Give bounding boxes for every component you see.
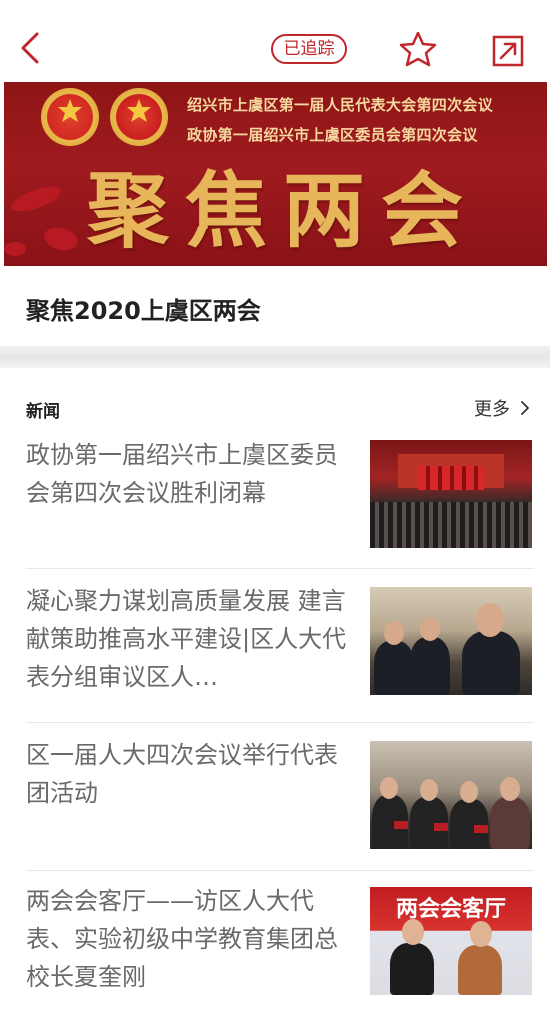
back-arrow-icon	[21, 32, 39, 64]
news-item[interactable]: 凝心聚力谋划高质量发展 建言献策助推高水平建设|区人大代表分组审议区人…	[0, 582, 550, 706]
news-item-thumbnail	[370, 741, 532, 849]
chevron-right-icon	[520, 401, 529, 415]
top-bar: 已追踪	[0, 0, 550, 80]
topic-banner: 绍兴市上虞区第一届人民代表大会第四次会议 政协第一届绍兴市上虞区委员会第四次会议…	[4, 82, 547, 266]
thumbnail-caption: 两会会客厅	[395, 897, 506, 922]
news-item-title: 区一届人大四次会议举行代表团活动	[26, 741, 338, 807]
news-item-thumbnail	[370, 440, 532, 548]
news-section-label: 新闻	[26, 402, 60, 422]
news-item[interactable]: 政协第一届绍兴市上虞区委员会第四次会议胜利闭幕	[0, 436, 550, 554]
news-item-thumbnail	[370, 587, 532, 695]
news-item-thumbnail: 两会会客厅	[370, 887, 532, 995]
back-button[interactable]	[16, 30, 46, 66]
share-button[interactable]	[490, 33, 526, 69]
cppcc-emblem-icon	[110, 88, 168, 146]
news-item[interactable]: 区一届人大四次会议举行代表团活动	[0, 736, 550, 854]
decorative-petal	[8, 181, 64, 217]
decorative-petal	[41, 223, 81, 255]
news-item-title: 两会会客厅——访区人大代表、实验初级中学教育集团总校长夏奎刚	[26, 887, 338, 991]
more-link[interactable]: 更多	[474, 395, 531, 421]
news-item-title: 政协第一届绍兴市上虞区委员会第四次会议胜利闭幕	[26, 441, 338, 507]
national-emblem-icon	[41, 88, 99, 146]
share-icon	[492, 35, 524, 67]
banner-meeting-line-1: 绍兴市上虞区第一届人民代表大会第四次会议	[187, 96, 494, 114]
more-link-label: 更多	[474, 399, 510, 420]
news-item-title: 凝心聚力谋划高质量发展 建言献策助推高水平建设|区人大代表分组审议区人…	[26, 587, 347, 691]
item-separator	[26, 870, 534, 871]
banner-meeting-line-2: 政协第一届绍兴市上虞区委员会第四次会议	[187, 126, 478, 144]
topic-title: 聚焦2020上虞区两会	[26, 297, 261, 325]
track-button[interactable]: 已追踪	[271, 34, 347, 64]
section-divider	[0, 346, 550, 368]
favorite-button[interactable]	[398, 30, 438, 68]
item-separator	[26, 568, 534, 569]
news-item[interactable]: 两会会客厅——访区人大代表、实验初级中学教育集团总校长夏奎刚 两会会客厅	[0, 882, 550, 1006]
item-separator	[26, 722, 534, 723]
star-icon	[399, 31, 437, 67]
decorative-petal	[4, 242, 26, 256]
banner-headline: 聚焦两会	[87, 164, 480, 259]
